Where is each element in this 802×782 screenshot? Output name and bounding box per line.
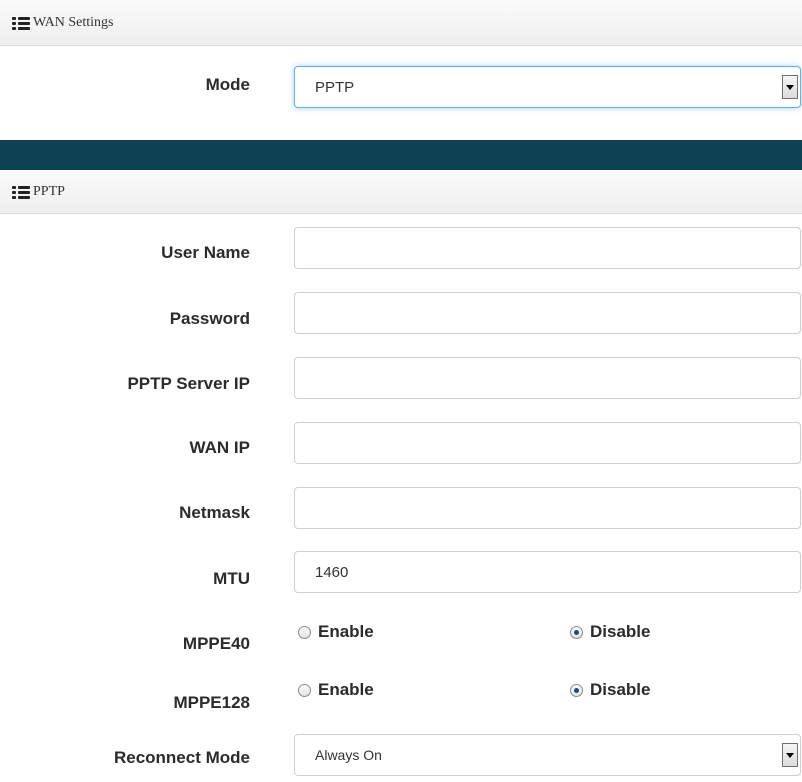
mppe128-label: MPPE128 [173,693,250,712]
mppe40-enable-label: Enable [318,622,374,641]
netmask-label: Netmask [179,503,250,522]
mtu-input[interactable] [294,551,801,593]
section-divider-bar [0,140,802,170]
reconnect-mode-select[interactable]: Always On [294,734,801,776]
mppe40-disable-label: Disable [590,622,651,641]
reconnect-mode-label: Reconnect Mode [113,748,250,767]
reconnect-mode-value: Always On [315,747,382,763]
pptp-server-ip-label: PPTP Server IP [127,374,250,393]
wan-ip-label: WAN IP [189,438,250,457]
mppe128-disable-label: Disable [590,680,651,699]
mppe128-enable-option[interactable]: Enable [298,680,374,700]
mode-label: Mode [205,75,250,94]
mppe40-disable-option[interactable]: Disable [570,622,650,642]
password-input[interactable] [294,292,801,334]
radio-button-checked-icon[interactable] [570,625,583,639]
radio-button-checked-icon[interactable] [570,683,583,697]
pptp-header: PPTP [0,170,802,214]
list-icon [12,16,30,30]
chevron-down-icon[interactable] [782,75,798,99]
netmask-input[interactable] [294,487,801,529]
user-name-label: User Name [161,243,250,262]
wan-ip-input[interactable] [294,422,801,464]
pptp-title: PPTP [33,183,65,199]
pptp-server-ip-input[interactable] [294,357,801,399]
mppe128-enable-label: Enable [318,680,374,699]
wan-settings-title: WAN Settings [33,14,114,30]
mppe40-label: MPPE40 [182,634,250,653]
user-name-input[interactable] [294,227,801,269]
password-label: Password [169,309,250,328]
mppe40-enable-option[interactable]: Enable [298,622,374,642]
list-icon [12,185,30,199]
mode-select[interactable]: PPTP [294,66,801,108]
mode-select-value: PPTP [315,78,355,96]
radio-button-icon[interactable] [298,625,311,639]
mppe128-disable-option[interactable]: Disable [570,680,650,700]
radio-button-icon[interactable] [298,683,311,697]
chevron-down-icon[interactable] [782,743,798,767]
mtu-label: MTU [213,569,250,588]
wan-settings-header: WAN Settings [0,0,802,46]
